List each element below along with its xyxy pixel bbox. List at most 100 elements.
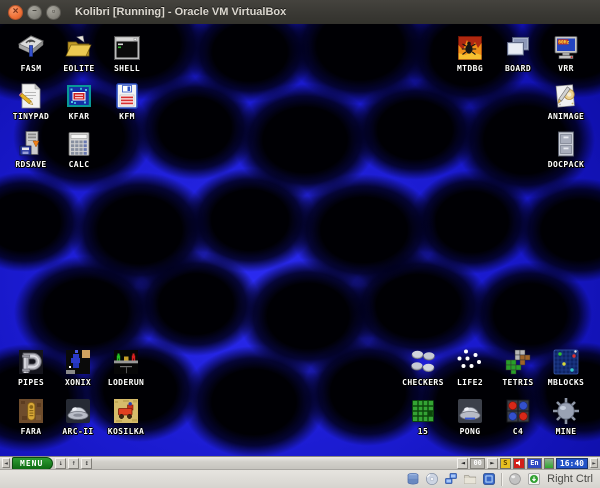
- display-icon[interactable]: [482, 472, 496, 486]
- mine-icon: [551, 396, 581, 426]
- close-button[interactable]: [8, 4, 23, 20]
- tinypad-icon: [16, 81, 46, 111]
- virtualbox-window: Kolibri [Running] - Oracle VM VirtualBox…: [0, 0, 600, 488]
- desktop-icon-pong[interactable]: PONG: [443, 396, 497, 436]
- loderun-icon: [111, 347, 141, 377]
- c4-icon: [503, 396, 533, 426]
- life2-icon: [455, 347, 485, 377]
- cpu-indicator[interactable]: [543, 457, 554, 469]
- pager-value: 00: [470, 457, 485, 469]
- desktop-icon-label: CALC: [68, 160, 90, 169]
- maximize-button[interactable]: [46, 4, 61, 20]
- arrow-updown-button[interactable]: ↕: [81, 457, 93, 469]
- fifteen-icon: [408, 396, 438, 426]
- desktop-icon-fasm[interactable]: FASM: [4, 33, 58, 73]
- desktop-icon-label: LIFE2: [456, 378, 484, 387]
- taskbar-left-arrow-icon[interactable]: ◄: [2, 458, 10, 468]
- desktop-icon-label: ARC-II: [62, 427, 94, 436]
- desktop-icon-tetris[interactable]: TETRIS: [491, 347, 545, 387]
- desktop-icon-label: PONG: [459, 427, 481, 436]
- desktop-icon-label: VRR: [558, 64, 574, 73]
- window-title: Kolibri [Running] - Oracle VM VirtualBox: [75, 6, 287, 18]
- menu-button[interactable]: MENU: [12, 456, 54, 470]
- desktop-icon-tinypad[interactable]: TINYPAD: [4, 81, 58, 121]
- kolibri-taskbar: ◄ MENU ↓ ↑ ↕ ◄ 00 ► S En 16:40 ►: [0, 456, 600, 470]
- desktop-icon-label: KFM: [119, 112, 135, 121]
- desktop-icon-docpack[interactable]: DOCPACK: [539, 129, 593, 169]
- harddisk-icon[interactable]: [406, 472, 420, 486]
- desktop-icon-calc[interactable]: CALC: [52, 129, 106, 169]
- desktop-icon-loderun[interactable]: LODERUN: [99, 347, 153, 387]
- desktop-icon-board[interactable]: BOARD: [491, 33, 545, 73]
- pager-prev-button[interactable]: ◄: [457, 457, 469, 469]
- rdsave-icon: [16, 129, 46, 159]
- desktop-icon-label: TETRIS: [502, 378, 534, 387]
- hostkey-label: Right Ctrl: [547, 473, 593, 485]
- keyboard-layout-indicator[interactable]: En: [526, 457, 542, 469]
- pipes-icon: [16, 347, 46, 377]
- desktop-icon-checkers[interactable]: CHECKERS: [396, 347, 450, 387]
- desktop-icon-label: MINE: [555, 427, 577, 436]
- desktop-icon-label: C4: [512, 427, 524, 436]
- pager-next-button[interactable]: ►: [486, 457, 498, 469]
- desktop-icon-label: SHELL: [113, 64, 141, 73]
- desktop-icon-animage[interactable]: ANIMAGE: [539, 81, 593, 121]
- calc-icon: [64, 129, 94, 159]
- desktop-icon-label: BOARD: [504, 64, 532, 73]
- desktop-icon-label: FARA: [20, 427, 42, 436]
- taskbar-right-arrow-icon[interactable]: ►: [590, 458, 598, 468]
- desktop-icon-kosilka[interactable]: KOSILKA: [99, 396, 153, 436]
- desktop-icon-fara[interactable]: FARA: [4, 396, 58, 436]
- shell-icon: [112, 33, 142, 63]
- desktop-icon-vrr[interactable]: 60Hz VRR: [539, 33, 593, 73]
- desktop-icon-label: XONIX: [64, 378, 92, 387]
- screenshot-button[interactable]: S: [499, 457, 511, 469]
- board-icon: [503, 33, 533, 63]
- desktop-icon-label: MBLOCKS: [547, 378, 585, 387]
- desktop-icon-arc-ii[interactable]: ARC-II: [51, 396, 105, 436]
- desktop-icon-label: PIPES: [17, 378, 45, 387]
- desktop-icon-mtdbg[interactable]: MTDBG: [443, 33, 497, 73]
- network-icon[interactable]: [444, 472, 458, 486]
- docpack-icon: [551, 129, 581, 159]
- desktop-icon-label: KFAR: [68, 112, 90, 121]
- xonix-icon: [63, 347, 93, 377]
- fasm-icon: [16, 33, 46, 63]
- minimize-button[interactable]: [27, 4, 42, 20]
- desktop-icon-label: 15: [417, 427, 429, 436]
- desktop-icon-kfar[interactable]: KFAR: [52, 81, 106, 121]
- desktop-icon-xonix[interactable]: XONIX: [51, 347, 105, 387]
- desktop-icon-shell[interactable]: SHELL: [100, 33, 154, 73]
- desktop-icon-label: EOLITE: [63, 64, 95, 73]
- desktop-icon-label: LODERUN: [107, 378, 145, 387]
- speaker-icon[interactable]: [512, 457, 525, 469]
- desktop-icon-label: FASM: [20, 64, 42, 73]
- desktop-icon-mblocks[interactable]: MBLOCKS: [539, 347, 593, 387]
- kosilka-icon: [111, 396, 141, 426]
- clock: 16:40: [555, 457, 588, 469]
- arrow-up-button[interactable]: ↑: [68, 457, 80, 469]
- titlebar[interactable]: Kolibri [Running] - Oracle VM VirtualBox: [0, 0, 600, 24]
- desktop-icon-life2[interactable]: LIFE2: [443, 347, 497, 387]
- desktop-icon-pipes[interactable]: PIPES: [4, 347, 58, 387]
- desktop-icon-15[interactable]: 15: [396, 396, 450, 436]
- kfm-icon: [112, 81, 142, 111]
- desktop-icon-c4[interactable]: C4: [491, 396, 545, 436]
- desktop-icon-mine[interactable]: MINE: [539, 396, 593, 436]
- shared-folder-icon[interactable]: [463, 472, 477, 486]
- hostkey-icon: [527, 472, 541, 486]
- eolite-icon: [64, 33, 94, 63]
- kolibri-desktop[interactable]: FASM EOLITE SHELL TINYPAD KFAR KFM RDSAVE CALC M…: [0, 24, 600, 456]
- desktop-icon-eolite[interactable]: EOLITE: [52, 33, 106, 73]
- arrow-down-button[interactable]: ↓: [55, 457, 67, 469]
- mouse-integration-icon: [508, 472, 522, 486]
- mblocks-icon: [551, 347, 581, 377]
- desktop-icon-label: CHECKERS: [402, 378, 444, 387]
- mtdbg-icon: [455, 33, 485, 63]
- animage-icon: [551, 81, 581, 111]
- desktop-icon-rdsave[interactable]: RDSAVE: [4, 129, 58, 169]
- desktop-icon-label: RDSAVE: [15, 160, 47, 169]
- cd-icon[interactable]: [425, 472, 439, 486]
- statusbar-separator: [501, 472, 504, 486]
- desktop-icon-kfm[interactable]: KFM: [100, 81, 154, 121]
